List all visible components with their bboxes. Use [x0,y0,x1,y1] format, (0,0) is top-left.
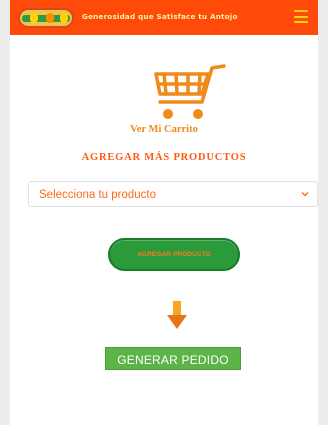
product-select[interactable]: Selecciona tu producto [28,181,318,207]
add-product-label: AGREGAR PRODUCTO [137,251,211,258]
product-select-value: Selecciona tu producto [39,189,156,201]
header-bar: Generosidad que Satisface tu Antojo [10,0,318,35]
generate-order-label: GENERAR PEDIDO [117,353,229,367]
brand-logo[interactable] [18,8,74,28]
shopping-cart-icon[interactable] [142,60,228,124]
chevron-down-icon [301,192,309,197]
arrow-down-icon [167,301,187,329]
hamburger-menu-icon[interactable] [294,10,308,23]
header-tagline: Generosidad que Satisface tu Antojo [82,12,238,21]
add-product-button[interactable]: AGREGAR PRODUCTO [108,238,240,271]
page: Generosidad que Satisface tu Antojo Ver … [10,0,318,425]
cart-caption[interactable]: Ver Mi Carrito [10,124,318,135]
add-products-title: AGREGAR MÁS PRODUCTOS [81,152,247,163]
generate-order-button[interactable]: GENERAR PEDIDO [105,347,241,370]
